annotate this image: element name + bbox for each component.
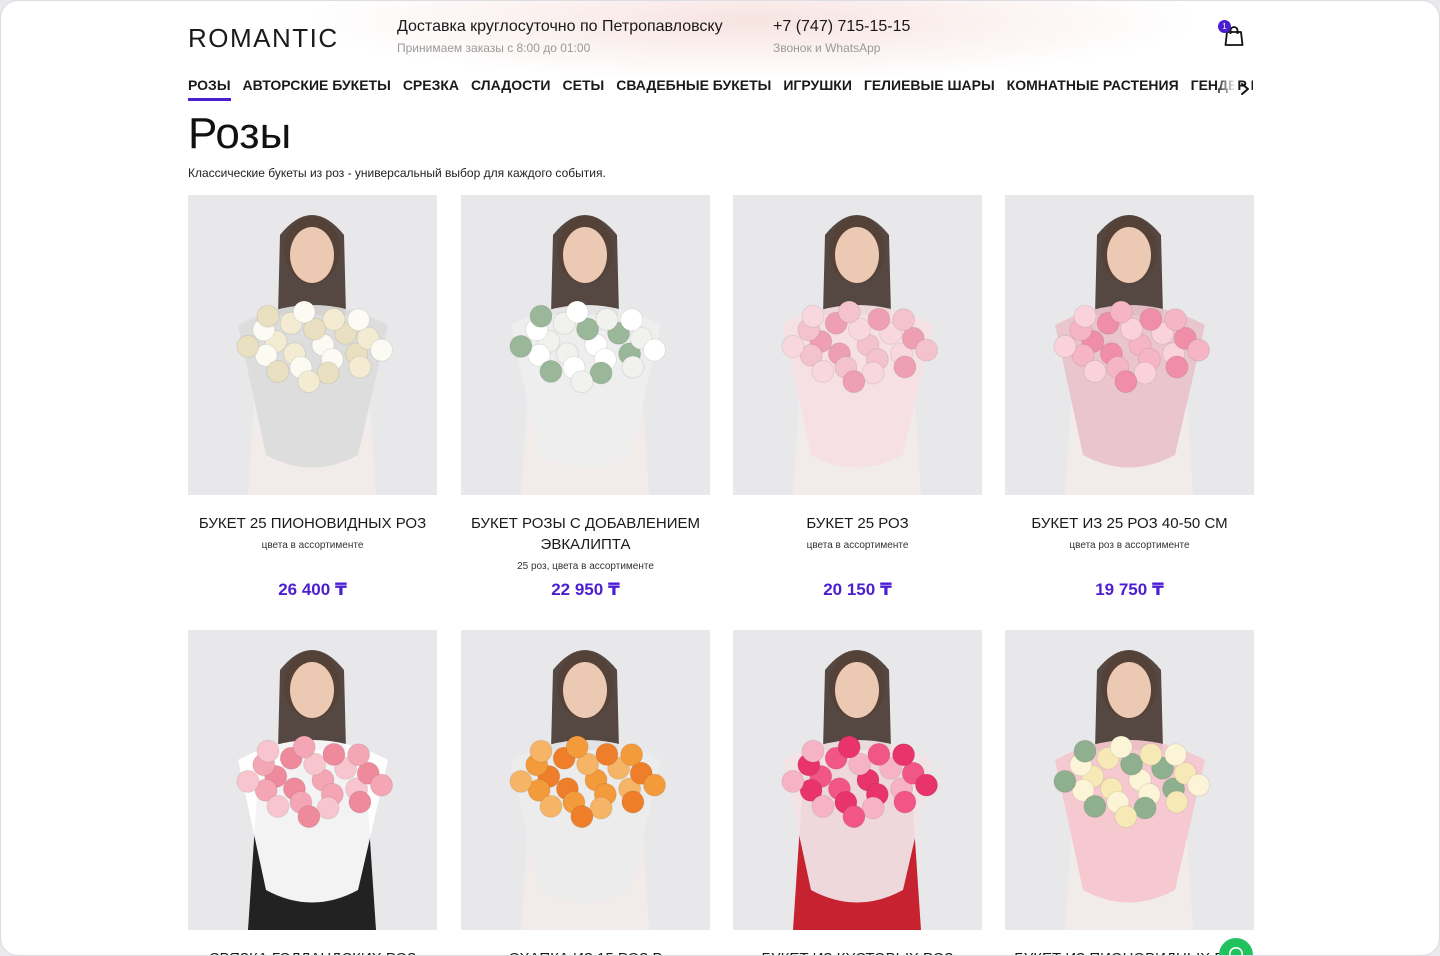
- nav-item[interactable]: РОЗЫ: [188, 77, 231, 101]
- category-nav: РОЗЫ АВТОРСКИЕ БУКЕТЫ СРЕЗКА СЛАДОСТИ СЕТЫ СВ…: [188, 77, 1253, 107]
- product-name[interactable]: Букет из кустовых роз: [733, 948, 982, 955]
- logo[interactable]: ROMANTIC: [188, 23, 339, 54]
- product-photo[interactable]: [461, 195, 710, 495]
- product-card[interactable]: Букет розы с добавлением эвкалипта 25 ро…: [461, 195, 710, 599]
- product-card[interactable]: Букет из 25 роз 40-50 см цвета роз в асс…: [1005, 195, 1254, 599]
- product-price: 22 950 ₸: [551, 580, 620, 599]
- product-photo-svg: [1005, 195, 1254, 495]
- page-frame: ROMANTIC Доставка круглосуточно по Петро…: [0, 0, 1440, 956]
- product-name[interactable]: Охапка из 15 роз в прозрачной: [461, 948, 710, 955]
- nav-item[interactable]: КОМНАТНЫЕ РАСТЕНИЯ: [1007, 77, 1179, 101]
- delivery-title: Доставка круглосуточно по Петропавловску: [397, 18, 723, 35]
- product-subtitle: 25 роз, цвета в ассортименте: [517, 561, 654, 572]
- product-card[interactable]: Букет 25 пионовидных роз цвета в ассорти…: [188, 195, 437, 599]
- product-card[interactable]: Охапка из 15 роз в прозрачной: [461, 630, 710, 955]
- nav-item[interactable]: ИГРУШКИ: [783, 77, 852, 101]
- product-price: 26 400 ₸: [278, 580, 347, 599]
- product-photo[interactable]: [188, 630, 437, 930]
- cart-count-badge: 1: [1218, 20, 1231, 33]
- product-photo-svg: [1005, 630, 1254, 930]
- product-name[interactable]: Букет 25 пионовидных роз: [188, 513, 437, 534]
- product-photo-svg: [733, 630, 982, 930]
- product-name[interactable]: Букет из 25 роз 40-50 см: [1005, 513, 1254, 534]
- product-photo-svg: [733, 195, 982, 495]
- chevron-right-icon: [1241, 83, 1249, 95]
- nav-item[interactable]: СЕТЫ: [563, 77, 605, 101]
- nav-item[interactable]: СВАДЕБНЫЕ БУКЕТЫ: [616, 77, 771, 101]
- page-title: Розы: [188, 109, 292, 158]
- nav-next-button[interactable]: [1238, 81, 1252, 97]
- product-price: 19 750 ₸: [1095, 580, 1164, 599]
- nav-item[interactable]: ГЕЛИЕВЫЕ ШАРЫ: [864, 77, 995, 101]
- product-subtitle: цвета в ассортименте: [261, 540, 364, 551]
- product-photo[interactable]: [188, 195, 437, 495]
- nav-fade: [1216, 77, 1238, 103]
- product-photo-svg: [461, 630, 710, 930]
- product-name[interactable]: Букет розы с добавлением эвкалипта: [461, 513, 710, 555]
- phone-info: +7 (747) 715-15-15 Звонок и WhatsApp: [773, 18, 910, 55]
- product-photo[interactable]: [1005, 630, 1254, 930]
- product-photo[interactable]: [461, 630, 710, 930]
- product-subtitle: цвета в ассортименте: [806, 540, 909, 551]
- product-name[interactable]: Связка голландских роз: [188, 948, 437, 955]
- product-card[interactable]: Связка голландских роз: [188, 630, 437, 955]
- product-photo[interactable]: [733, 630, 982, 930]
- page-description: Классические букеты из роз - универсальн…: [188, 166, 606, 180]
- site-header: ROMANTIC Доставка круглосуточно по Петро…: [1, 1, 1439, 71]
- nav-item[interactable]: СЛАДОСТИ: [471, 77, 550, 101]
- product-card[interactable]: Букет из кустовых роз: [733, 630, 982, 955]
- product-price: 20 150 ₸: [823, 580, 892, 599]
- product-photo[interactable]: [733, 195, 982, 495]
- cart-button[interactable]: 1: [1218, 20, 1245, 47]
- product-photo-svg: [188, 195, 437, 495]
- product-subtitle: цвета роз в ассортименте: [1069, 540, 1190, 551]
- product-name[interactable]: Букет 25 роз: [733, 513, 982, 534]
- product-photo[interactable]: [1005, 195, 1254, 495]
- product-card[interactable]: Букет из пионовидных роз: [1005, 630, 1254, 955]
- phone-number-link[interactable]: +7 (747) 715-15-15: [773, 18, 910, 36]
- product-name[interactable]: Букет из пионовидных роз: [1005, 948, 1254, 955]
- delivery-hours: Принимаем заказы с 8:00 до 01:00: [397, 41, 591, 55]
- delivery-info: Доставка круглосуточно по Петропавловску…: [397, 18, 723, 55]
- nav-item[interactable]: СРЕЗКА: [403, 77, 459, 101]
- phone-note: Звонок и WhatsApp: [773, 41, 881, 55]
- whatsapp-icon: [1229, 947, 1243, 955]
- product-photo-svg: [461, 195, 710, 495]
- nav-item[interactable]: АВТОРСКИЕ БУКЕТЫ: [243, 77, 391, 101]
- product-card[interactable]: Букет 25 роз цвета в ассортименте 20 150…: [733, 195, 982, 599]
- product-photo-svg: [188, 630, 437, 930]
